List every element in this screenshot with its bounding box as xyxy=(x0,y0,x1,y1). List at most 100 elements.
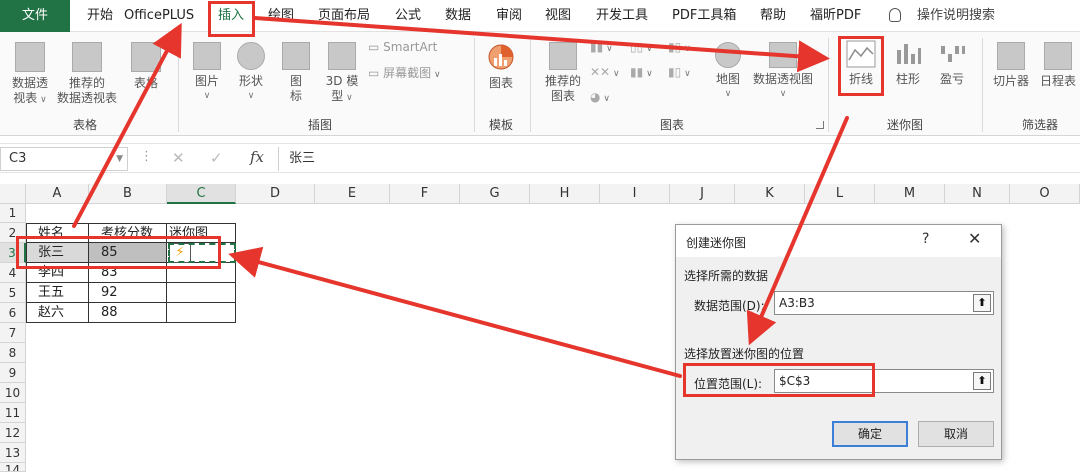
row-header-12[interactable]: 12 xyxy=(0,423,26,443)
sparkline-winloss-button[interactable]: 盈亏 xyxy=(932,40,972,87)
pivot-table-label-1: 数据透 xyxy=(11,76,48,90)
recommended-charts-label-1: 推荐的 xyxy=(544,74,581,88)
row-header-9[interactable]: 9 xyxy=(0,363,26,383)
combo-chart-button[interactable]: ▮▯ ∨ xyxy=(668,65,691,79)
menu-tab-data[interactable]: 数据 xyxy=(445,0,471,32)
column-header-o[interactable]: O xyxy=(1010,184,1080,204)
recommended-pivot-label-2: 数据透视表 xyxy=(56,91,117,105)
timeline-button[interactable]: 日程表 xyxy=(1036,42,1080,89)
menu-tab-draw[interactable]: 绘图 xyxy=(268,0,294,32)
column-header-k[interactable]: K xyxy=(735,184,805,204)
statistic-chart-button[interactable]: ▮▯ ∨ xyxy=(668,40,691,54)
slicer-button[interactable]: 切片器 xyxy=(988,42,1034,89)
collapse-dialog-icon[interactable]: ⬆ xyxy=(973,372,991,390)
menu-tab-page-layout[interactable]: 页面布局 xyxy=(318,0,370,32)
row-header-7[interactable]: 7 xyxy=(0,323,26,343)
chevron-down-icon: ∨ xyxy=(343,93,353,103)
cell-c5[interactable] xyxy=(167,283,236,303)
menu-tab-help[interactable]: 帮助 xyxy=(760,0,786,32)
pivot-table-icon xyxy=(15,42,45,72)
data-range-input[interactable]: A3:B3 ⬆ xyxy=(774,291,994,315)
menu-tab-officeplus[interactable]: OfficePLUS xyxy=(124,0,194,32)
row-header-11[interactable]: 11 xyxy=(0,403,26,423)
slicer-icon xyxy=(997,42,1025,70)
row-header-13[interactable]: 13 xyxy=(0,443,26,463)
column-header-m[interactable]: M xyxy=(875,184,945,204)
menu-tab-view[interactable]: 视图 xyxy=(545,0,571,32)
3d-model-button[interactable]: 3D 模 型 ∨ xyxy=(320,42,364,106)
chevron-down-icon[interactable]: ▼ xyxy=(116,148,123,170)
menu-tab-formulas[interactable]: 公式 xyxy=(395,0,421,32)
help-icon[interactable]: ? xyxy=(922,231,929,247)
recommended-charts-button[interactable]: 推荐的 图表 xyxy=(542,42,584,104)
column-header-h[interactable]: H xyxy=(530,184,600,204)
row-header-14[interactable]: 14 xyxy=(0,463,26,472)
menu-file[interactable]: 文件 xyxy=(0,0,70,32)
column-header-n[interactable]: N xyxy=(945,184,1010,204)
column-header-b[interactable]: B xyxy=(89,184,167,204)
cell-b6[interactable]: 88 xyxy=(89,303,167,323)
column-header-a[interactable]: A xyxy=(26,184,89,204)
cancel-icon[interactable]: ✕ xyxy=(172,149,185,167)
column-header-i[interactable]: I xyxy=(600,184,670,204)
row-header-5[interactable]: 5 xyxy=(0,283,26,303)
row-header-6[interactable]: 6 xyxy=(0,303,26,323)
cancel-button[interactable]: 取消 xyxy=(918,421,994,447)
enter-icon[interactable]: ✓ xyxy=(210,149,223,167)
bar-chart-button[interactable]: ▮▮ ∨ xyxy=(630,65,653,79)
formula-input[interactable]: 张三 xyxy=(278,147,1078,171)
table-button[interactable]: 表格 xyxy=(126,42,166,91)
map-label: 地图 xyxy=(715,72,740,86)
pivot-table-button[interactable]: 数据透 视表 ∨ xyxy=(6,42,54,108)
column-header-l[interactable]: L xyxy=(805,184,875,204)
recommended-pivot-button[interactable]: 推荐的 数据透视表 xyxy=(54,42,120,106)
menu-tab-home[interactable]: 开始 xyxy=(87,0,113,32)
chart-template-icon xyxy=(486,42,516,72)
column-header-e[interactable]: E xyxy=(315,184,390,204)
row-header-10[interactable]: 10 xyxy=(0,383,26,403)
menu-tab-review[interactable]: 审阅 xyxy=(496,0,522,32)
column-header-f[interactable]: F xyxy=(390,184,460,204)
cell-a5[interactable]: 王五 xyxy=(26,283,89,303)
pivot-chart-icon xyxy=(769,42,797,68)
column-header-j[interactable]: J xyxy=(670,184,735,204)
chart-template-button[interactable]: 图表 xyxy=(484,42,518,91)
menu-tab-developer[interactable]: 开发工具 xyxy=(596,0,648,32)
cell-c6[interactable] xyxy=(167,303,236,323)
menu-tab-pdf-toolbox[interactable]: PDF工具箱 xyxy=(672,0,736,32)
collapse-dialog-icon[interactable]: ⬆ xyxy=(973,294,991,312)
name-box[interactable]: C3 ▼ xyxy=(0,147,128,171)
cell-a6[interactable]: 赵六 xyxy=(26,303,89,323)
group-label-charts: 图表 xyxy=(659,118,684,132)
section-location-label: 选择放置迷你图的位置 xyxy=(684,347,805,361)
chevron-down-icon: ∨ xyxy=(37,95,47,105)
row-header-8[interactable]: 8 xyxy=(0,343,26,363)
scatter-chart-button[interactable]: ✕✕ ∨ xyxy=(590,65,620,79)
column-header-g[interactable]: G xyxy=(460,184,530,204)
screenshot-button[interactable]: ▭ 屏幕截图 ∨ xyxy=(368,64,441,81)
column-header-c[interactable]: C xyxy=(167,184,236,204)
pie-chart-button[interactable]: ◕ ∨ xyxy=(590,90,610,104)
smartart-button[interactable]: ▭ SmartArt xyxy=(368,40,437,54)
row-header-1[interactable]: 1 xyxy=(0,204,26,223)
column-header-d[interactable]: D xyxy=(236,184,315,204)
map-button[interactable]: 地图 ∨ xyxy=(712,42,744,102)
dialog-launcher-icon[interactable] xyxy=(816,121,824,129)
column-chart-button[interactable]: ▮▮ ∨ xyxy=(590,40,613,54)
sparkline-column-button[interactable]: 柱形 xyxy=(888,40,928,87)
tell-me-search[interactable]: 操作说明搜索 xyxy=(917,0,995,32)
shape-button[interactable]: 形状 ∨ xyxy=(232,42,270,104)
insert-function-icon[interactable]: fx xyxy=(250,148,264,166)
dialog-titlebar: 创建迷你图 ? ✕ xyxy=(676,225,1001,257)
close-icon[interactable]: ✕ xyxy=(968,229,981,248)
picture-button[interactable]: 图片 ∨ xyxy=(188,42,226,104)
pivot-chart-button[interactable]: 数据透视图 ∨ xyxy=(750,42,816,102)
create-sparklines-dialog: 创建迷你图 ? ✕ 选择所需的数据 数据范围(D): A3:B3 ⬆ 选择放置迷… xyxy=(675,224,1002,460)
menu-tab-foxit-pdf[interactable]: 福昕PDF xyxy=(810,0,861,32)
icons-button[interactable]: 图 标 xyxy=(278,42,314,104)
line-chart-button[interactable]: ▯▯ ∨ xyxy=(630,40,653,54)
ok-button[interactable]: 确定 xyxy=(832,421,908,447)
name-box-value: C3 xyxy=(9,151,27,166)
select-all-corner[interactable] xyxy=(0,184,26,204)
cell-b5[interactable]: 92 xyxy=(89,283,167,303)
